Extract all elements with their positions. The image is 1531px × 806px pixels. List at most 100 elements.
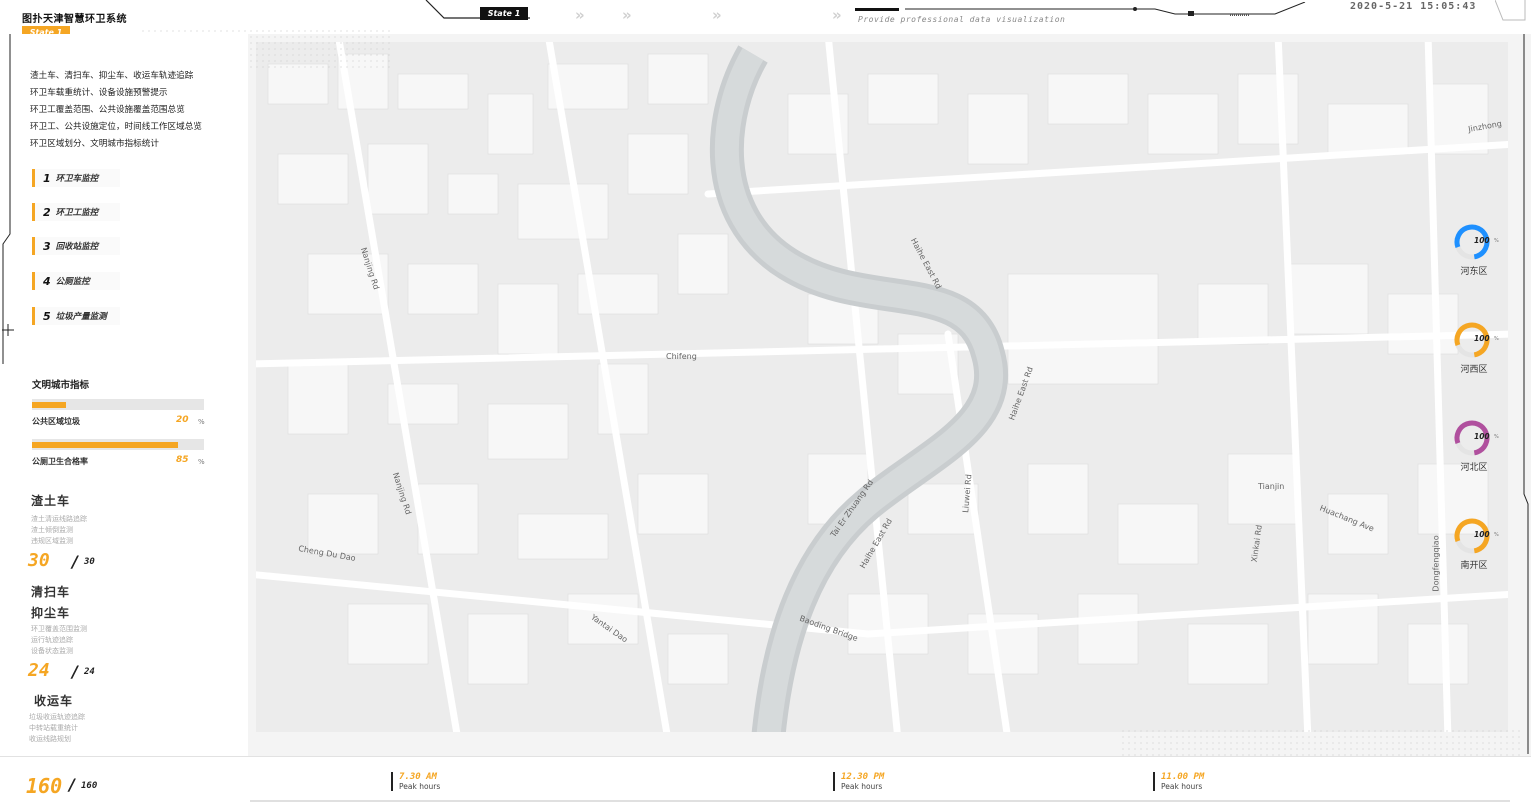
- city-map[interactable]: Nanjing Rd Nanjing Rd Haihe East Rd Haih…: [248, 34, 1516, 740]
- menu-item-number: 3: [43, 239, 51, 253]
- district-label: 南开区: [1460, 561, 1488, 571]
- vehicle-title: 渣土车: [31, 494, 71, 508]
- metric-label: 公共区域垃圾: [32, 417, 80, 426]
- district-label: 河东区: [1460, 267, 1488, 277]
- vehicle-subtitle: 渣土倾倒监测: [31, 526, 73, 534]
- menu-item-label: 环卫工监控: [55, 208, 99, 218]
- right-edge-decor: [1523, 34, 1529, 754]
- menu-item-toilet-monitor[interactable]: 4 公厕监控: [32, 272, 120, 290]
- district-gauge[interactable]: 100 % 河西区: [1452, 320, 1499, 375]
- sidebar-edge-decor: [2, 34, 14, 364]
- chevron-right-icon: »: [832, 6, 842, 24]
- feature-description: 环卫车载重统计、设备设施预警提示: [30, 88, 168, 98]
- vehicle-total: 30: [84, 557, 95, 567]
- vehicle-subtitle: 垃圾收运轨迹追踪: [29, 713, 85, 721]
- metric-progress-fill: [32, 402, 67, 408]
- district-value: 100: [1474, 530, 1490, 539]
- district-unit: %: [1494, 532, 1499, 538]
- timeline-label: Peak hours: [1161, 782, 1203, 791]
- district-gauge[interactable]: 100 % 南开区: [1452, 516, 1499, 571]
- menu-item-vehicle-monitor[interactable]: 1 环卫车监控: [32, 169, 120, 187]
- bottom-timeline-bar: [0, 756, 1531, 806]
- vehicle-subtitle: 违规区域监测: [31, 537, 73, 545]
- vehicle-subtitle: 设备状态监测: [31, 647, 73, 655]
- timeline-time: 11.00 PM: [1161, 772, 1205, 782]
- district-value: 100: [1474, 432, 1490, 441]
- vehicle-subtitle-list: 环卫覆盖范围监测 运行轨迹追踪 设备状态监测: [31, 624, 87, 657]
- district-unit: %: [1494, 238, 1499, 244]
- district-value: 100: [1474, 236, 1490, 245]
- metric-label: 公厕卫生合格率: [32, 457, 88, 466]
- chevron-right-icon: »: [712, 6, 722, 24]
- menu-item-label: 环卫车监控: [55, 174, 99, 184]
- map-label: Dongfengqiao: [1431, 535, 1441, 592]
- menu-item-label: 垃圾产量监测: [55, 312, 107, 322]
- count-divider: /: [72, 662, 78, 681]
- vehicle-subtitle: 环卫覆盖范围监测: [31, 625, 87, 633]
- vehicle-subtitle-list: 垃圾收运轨迹追踪 中转站载重统计 收运线路规划: [29, 712, 85, 745]
- chevron-right-icon: »: [622, 6, 632, 24]
- feature-description-list: 渣土车、清扫车、抑尘车、收运车轨迹追踪 环卫车载重统计、设备设施预警提示 环卫工…: [30, 68, 202, 153]
- map-canvas: [248, 34, 1516, 740]
- metric-unit: %: [198, 418, 205, 426]
- vehicle-title: 清扫车: [31, 585, 71, 599]
- metric-progress-fill: [32, 442, 179, 448]
- menu-item-number: 2: [43, 205, 51, 219]
- timeline-marker[interactable]: 12.30 PM Peak hours: [833, 772, 884, 791]
- timeline-marker[interactable]: 11.00 PM Peak hours: [1153, 772, 1204, 791]
- vehicle-count: 30: [28, 550, 50, 571]
- corner-bracket-icon: [1495, 0, 1526, 21]
- menu-item-number: 4: [43, 274, 51, 288]
- vehicle-title: 抑尘车: [31, 606, 71, 620]
- feature-description: 环卫工、公共设施定位，时间线工作区域总览: [30, 122, 202, 132]
- metric-progress-bar: [32, 399, 204, 410]
- feature-description: 环卫工覆盖范围、公共设施覆盖范围总览: [30, 105, 185, 115]
- app-frame: Nanjing Rd Nanjing Rd Haihe East Rd Haih…: [0, 0, 1531, 806]
- timeline-label: Peak hours: [841, 782, 883, 791]
- grand-total-count: 160: [26, 774, 63, 798]
- grand-total-value: 160: [81, 781, 98, 791]
- vehicle-subtitle: 渣土清运线路追踪: [31, 515, 87, 523]
- district-gauge[interactable]: 100 % 河北区: [1452, 418, 1499, 473]
- timeline-marker[interactable]: 7.30 AM Peak hours: [391, 772, 440, 791]
- feature-description: 环卫区域划分、文明城市指标统计: [30, 139, 159, 149]
- vehicle-subtitle-list: 渣土清运线路追踪 渣土倾倒监测 违规区域监测: [31, 514, 87, 547]
- district-unit: %: [1494, 336, 1499, 342]
- menu-item-label: 公厕监控: [55, 277, 90, 287]
- menu-item-number: 1: [43, 171, 51, 185]
- metric-value: 20: [176, 415, 189, 425]
- district-gauge[interactable]: 100 % 河东区: [1452, 222, 1499, 277]
- district-label: 河西区: [1460, 365, 1488, 375]
- metric-progress-bar: [32, 439, 204, 450]
- timeline-time: 12.30 PM: [841, 772, 885, 782]
- app-title: 图扑天津智慧环卫系统: [22, 14, 127, 25]
- header-subtitle: Provide professional data visualization: [858, 15, 1066, 24]
- metrics-title: 文明城市指标: [32, 380, 90, 391]
- district-unit: %: [1494, 434, 1499, 440]
- map-label: Chifeng: [666, 352, 697, 361]
- timeline-label: Peak hours: [399, 782, 441, 791]
- count-divider: /: [72, 552, 78, 571]
- datetime-display: 2020-5-21 15:05:43: [1350, 1, 1477, 12]
- menu-item-recycle-monitor[interactable]: 3 回收站监控: [32, 237, 120, 255]
- vehicle-total: 24: [84, 667, 95, 677]
- district-value: 100: [1474, 334, 1490, 343]
- state-tab[interactable]: State 1: [480, 7, 528, 20]
- vehicle-title: 收运车: [34, 694, 74, 708]
- menu-item-garbage-output[interactable]: 5 垃圾产量监测: [32, 307, 120, 325]
- feature-description: 渣土车、清扫车、抑尘车、收运车轨迹追踪: [30, 71, 194, 81]
- chevron-right-icon: »: [575, 6, 585, 24]
- vehicle-count: 24: [28, 660, 50, 681]
- menu-item-number: 5: [43, 309, 51, 323]
- vehicle-subtitle: 收运线路规划: [29, 735, 71, 743]
- menu-item-worker-monitor[interactable]: 2 环卫工监控: [32, 203, 120, 221]
- vehicle-subtitle: 中转站载重统计: [29, 724, 78, 732]
- timeline-time: 7.30 AM: [399, 772, 437, 782]
- menu-item-label: 回收站监控: [55, 242, 99, 252]
- map-label: Tianjin: [1258, 482, 1285, 491]
- metric-value: 85: [176, 455, 189, 465]
- district-label: 河北区: [1460, 463, 1488, 473]
- metric-unit: %: [198, 458, 205, 466]
- vehicle-subtitle: 运行轨迹追踪: [31, 636, 73, 644]
- count-divider: /: [69, 775, 75, 794]
